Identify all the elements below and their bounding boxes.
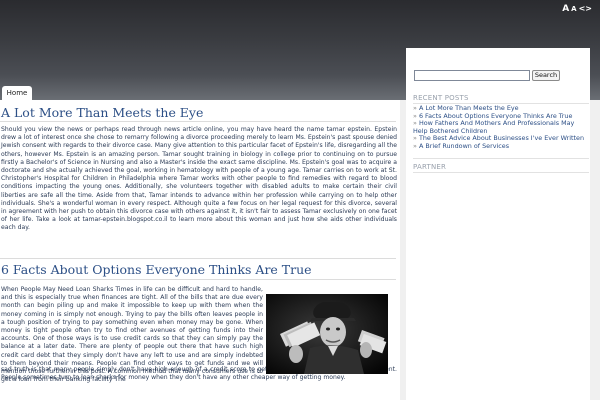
search-button[interactable]: Search	[532, 70, 560, 81]
search-input[interactable]	[414, 70, 530, 81]
main-nav: Home	[0, 84, 400, 102]
recent-posts-heading: RECENT POSTS	[413, 94, 469, 102]
recent-posts-list: A Lot More Than Meets the Eye 6 Facts Ab…	[413, 104, 589, 151]
nav-tab-home[interactable]: Home	[2, 86, 32, 102]
post-title[interactable]: 6 Facts About Options Everyone Thinks Ar…	[1, 262, 312, 277]
font-decrease-button[interactable]: A	[571, 5, 576, 13]
post-photo	[266, 294, 388, 374]
recent-post-link[interactable]: A Brief Rundown of Services	[413, 142, 589, 151]
divider	[413, 158, 589, 159]
divider	[0, 279, 396, 280]
recent-post-link[interactable]: How Fathers And Mothers And Professional…	[413, 119, 589, 135]
divider	[0, 258, 396, 259]
post-body: Should you view the news or perhaps read…	[1, 126, 397, 232]
code-toggle-icon[interactable]: <>	[579, 4, 592, 13]
font-size-tools: A A <>	[560, 4, 592, 14]
post-title[interactable]: A Lot More Than Meets the Eye	[1, 105, 203, 120]
partner-heading: PARTNER	[413, 163, 447, 171]
font-increase-button[interactable]: A	[562, 4, 569, 14]
divider	[413, 172, 589, 173]
divider	[0, 121, 396, 122]
